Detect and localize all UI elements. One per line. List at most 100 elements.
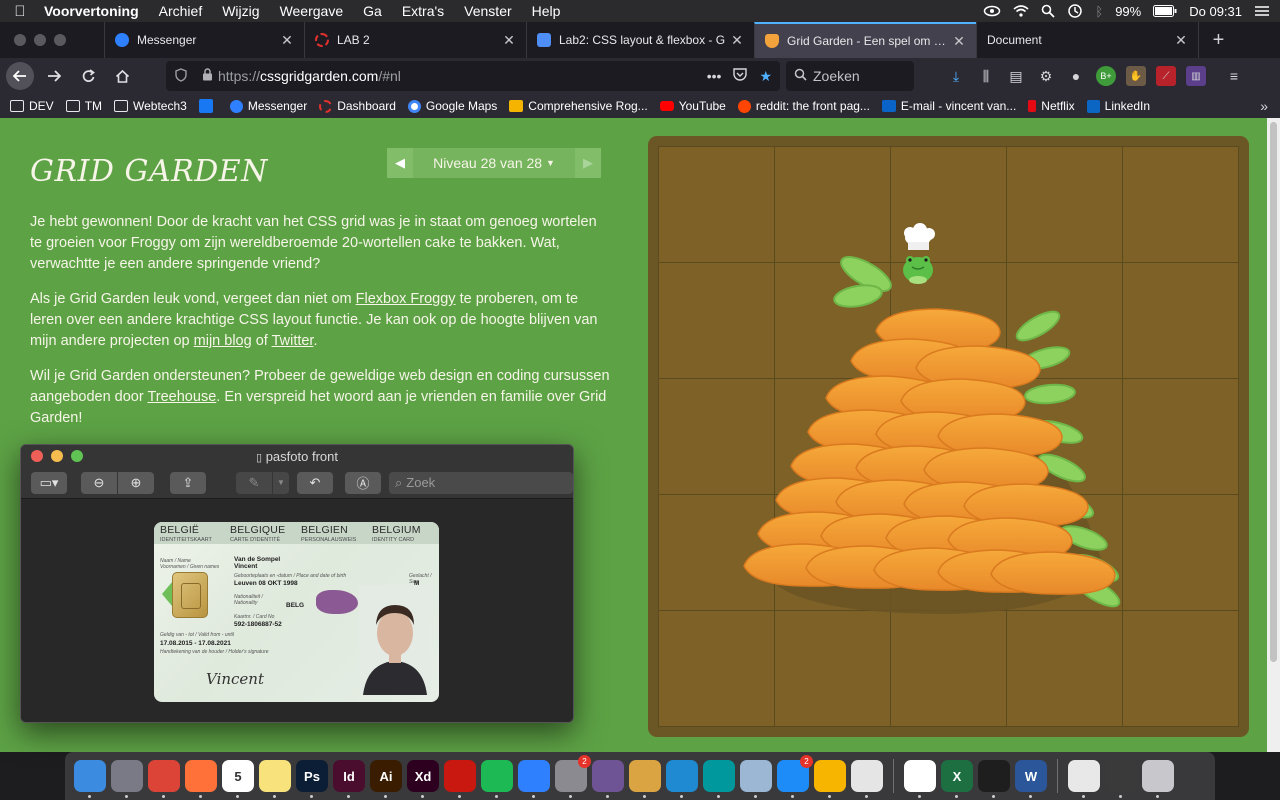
trash-icon[interactable]	[1142, 760, 1174, 798]
page-actions-icon[interactable]: •••	[707, 68, 722, 85]
sketch-icon[interactable]	[814, 760, 846, 798]
github-icon[interactable]	[592, 760, 624, 798]
bookmarks-overflow-icon[interactable]: »	[1260, 98, 1268, 114]
app-store-icon[interactable]: 2	[777, 755, 813, 798]
menu-ga[interactable]: Ga	[353, 3, 392, 19]
tab-document[interactable]: Document ✕	[976, 22, 1198, 58]
treehouse-link[interactable]: Treehouse	[147, 389, 216, 405]
pocket-icon[interactable]	[733, 67, 748, 85]
bookmark-netflix[interactable]: Netflix	[1028, 99, 1075, 113]
bookmark-messenger[interactable]: Messenger	[229, 99, 307, 113]
extension-ruler-icon[interactable]: ⟋	[1156, 66, 1176, 86]
spotlight-icon[interactable]	[1041, 4, 1056, 18]
zoom-in-button[interactable]: ⊕	[118, 471, 154, 494]
lock-icon[interactable]	[196, 68, 218, 84]
blog-link[interactable]: mijn blog	[194, 333, 252, 349]
extension-b-icon[interactable]: B+	[1096, 66, 1116, 86]
menu-extras[interactable]: Extra's	[392, 3, 454, 19]
acrobat-icon[interactable]	[444, 760, 476, 798]
notes-icon[interactable]	[259, 760, 291, 798]
slack-icon[interactable]	[904, 760, 936, 798]
tracking-protection-icon[interactable]	[166, 67, 196, 85]
time-machine-icon[interactable]	[1067, 3, 1083, 19]
account-icon[interactable]: ●	[1066, 66, 1086, 86]
home-button[interactable]	[106, 60, 138, 92]
preview-icon[interactable]	[740, 760, 772, 798]
menu-icon[interactable]: ≡	[1224, 66, 1244, 86]
close-tab-icon[interactable]: ✕	[278, 32, 296, 49]
creative-cloud-icon[interactable]	[983, 5, 1001, 17]
maximize-window-button[interactable]	[54, 34, 66, 46]
downloads-icon[interactable]: ⤓	[946, 66, 966, 86]
menu-app-name[interactable]: Voorvertoning	[40, 3, 149, 19]
calendar-icon[interactable]: 5	[222, 760, 254, 798]
next-level-button[interactable]: ▶	[575, 148, 601, 178]
share-button[interactable]: ⇪	[170, 471, 206, 494]
previous-level-button[interactable]: ◀	[387, 148, 413, 178]
sequel-icon[interactable]	[629, 760, 661, 798]
close-tab-icon[interactable]: ✕	[500, 32, 518, 49]
flexbox-froggy-link[interactable]: Flexbox Froggy	[356, 291, 456, 307]
clock[interactable]: Do 09:31	[1189, 4, 1242, 19]
tab-grid-garden[interactable]: Grid Garden - Een spel om CSS ✕	[754, 22, 976, 58]
word-icon[interactable]: W	[1015, 760, 1047, 798]
bookmark-dev[interactable]: DEV	[10, 99, 54, 113]
excel-icon[interactable]: X	[941, 760, 973, 798]
extension-hand-icon[interactable]: ✋	[1126, 66, 1146, 86]
spotify-icon[interactable]	[481, 760, 513, 798]
tableplus-icon[interactable]	[851, 760, 883, 798]
bookmark-linkedin[interactable]: LinkedIn	[1086, 99, 1150, 113]
messenger-icon[interactable]	[518, 760, 550, 798]
tab-lab2-css[interactable]: Lab2: CSS layout & flexbox - G ✕	[526, 22, 754, 58]
sidebar-toggle-button[interactable]: ▭▾	[31, 471, 67, 494]
vscode-icon[interactable]	[666, 760, 698, 798]
new-tab-button[interactable]: +	[1198, 22, 1238, 58]
markup-dropdown-button[interactable]: ▼	[273, 471, 289, 494]
rotate-button[interactable]: ↶	[297, 471, 333, 494]
indesign-icon[interactable]: Id	[333, 760, 365, 798]
finder-icon[interactable]	[74, 760, 106, 798]
minimize-window-button[interactable]	[34, 34, 46, 46]
battery-icon[interactable]	[1153, 5, 1177, 17]
notification-center-icon[interactable]	[1254, 5, 1270, 17]
bookmark-google-maps[interactable]: Google Maps	[407, 99, 497, 113]
screenshot-icon[interactable]	[1105, 760, 1137, 798]
extension-gear-icon[interactable]: ⚙	[1036, 66, 1056, 86]
markup-toolbar-button[interactable]: Ⓐ	[345, 471, 381, 494]
menu-venster[interactable]: Venster	[454, 3, 521, 19]
chrome-icon[interactable]	[148, 760, 180, 798]
bookmark-star-icon[interactable]: ★	[759, 68, 772, 85]
bookmark-webtech3[interactable]: Webtech3	[114, 99, 187, 113]
bluetooth-icon[interactable]: ᛒ	[1095, 4, 1103, 19]
launchpad-icon[interactable]	[111, 760, 143, 798]
preview-search-field[interactable]: ⌕ Zoek	[389, 471, 573, 494]
bookmark-youtube[interactable]: YouTube	[659, 99, 726, 113]
arduino-icon[interactable]	[703, 760, 735, 798]
photoshop-icon[interactable]: Ps	[296, 760, 328, 798]
bookmark-facebook[interactable]	[198, 99, 218, 113]
menu-help[interactable]: Help	[522, 3, 571, 19]
xd-icon[interactable]: Xd	[407, 760, 439, 798]
back-button[interactable]	[6, 62, 34, 90]
bookmark-reddit[interactable]: reddit: the front pag...	[737, 99, 870, 113]
preview-titlebar[interactable]: ▯ pasfoto front	[21, 445, 573, 467]
close-tab-icon[interactable]: ✕	[728, 32, 746, 49]
forward-button[interactable]	[38, 60, 70, 92]
level-indicator[interactable]: Niveau 28 van 28 ▼	[413, 148, 575, 178]
bookmark-dashboard[interactable]: Dashboard	[319, 99, 396, 113]
firefox-icon[interactable]	[185, 760, 217, 798]
twitter-link[interactable]: Twitter	[272, 333, 314, 349]
illustrator-icon[interactable]: Ai	[370, 760, 402, 798]
close-tab-icon[interactable]: ✕	[1172, 32, 1190, 49]
menu-weergave[interactable]: Weergave	[270, 3, 354, 19]
bookmark-comprehensive[interactable]: Comprehensive Rog...	[509, 99, 648, 113]
tab-lab2[interactable]: LAB 2 ✕	[304, 22, 526, 58]
search-bar[interactable]: Zoeken	[786, 61, 914, 91]
apple-menu-icon[interactable]: 	[0, 3, 40, 20]
library-icon[interactable]: ⫼	[976, 66, 996, 86]
zoom-out-button[interactable]: ⊖	[81, 471, 117, 494]
wifi-icon[interactable]	[1013, 5, 1029, 17]
terminal-icon[interactable]	[978, 760, 1010, 798]
tab-messenger[interactable]: Messenger ✕	[104, 22, 304, 58]
bookmark-email[interactable]: E-mail - vincent van...	[881, 99, 1016, 113]
